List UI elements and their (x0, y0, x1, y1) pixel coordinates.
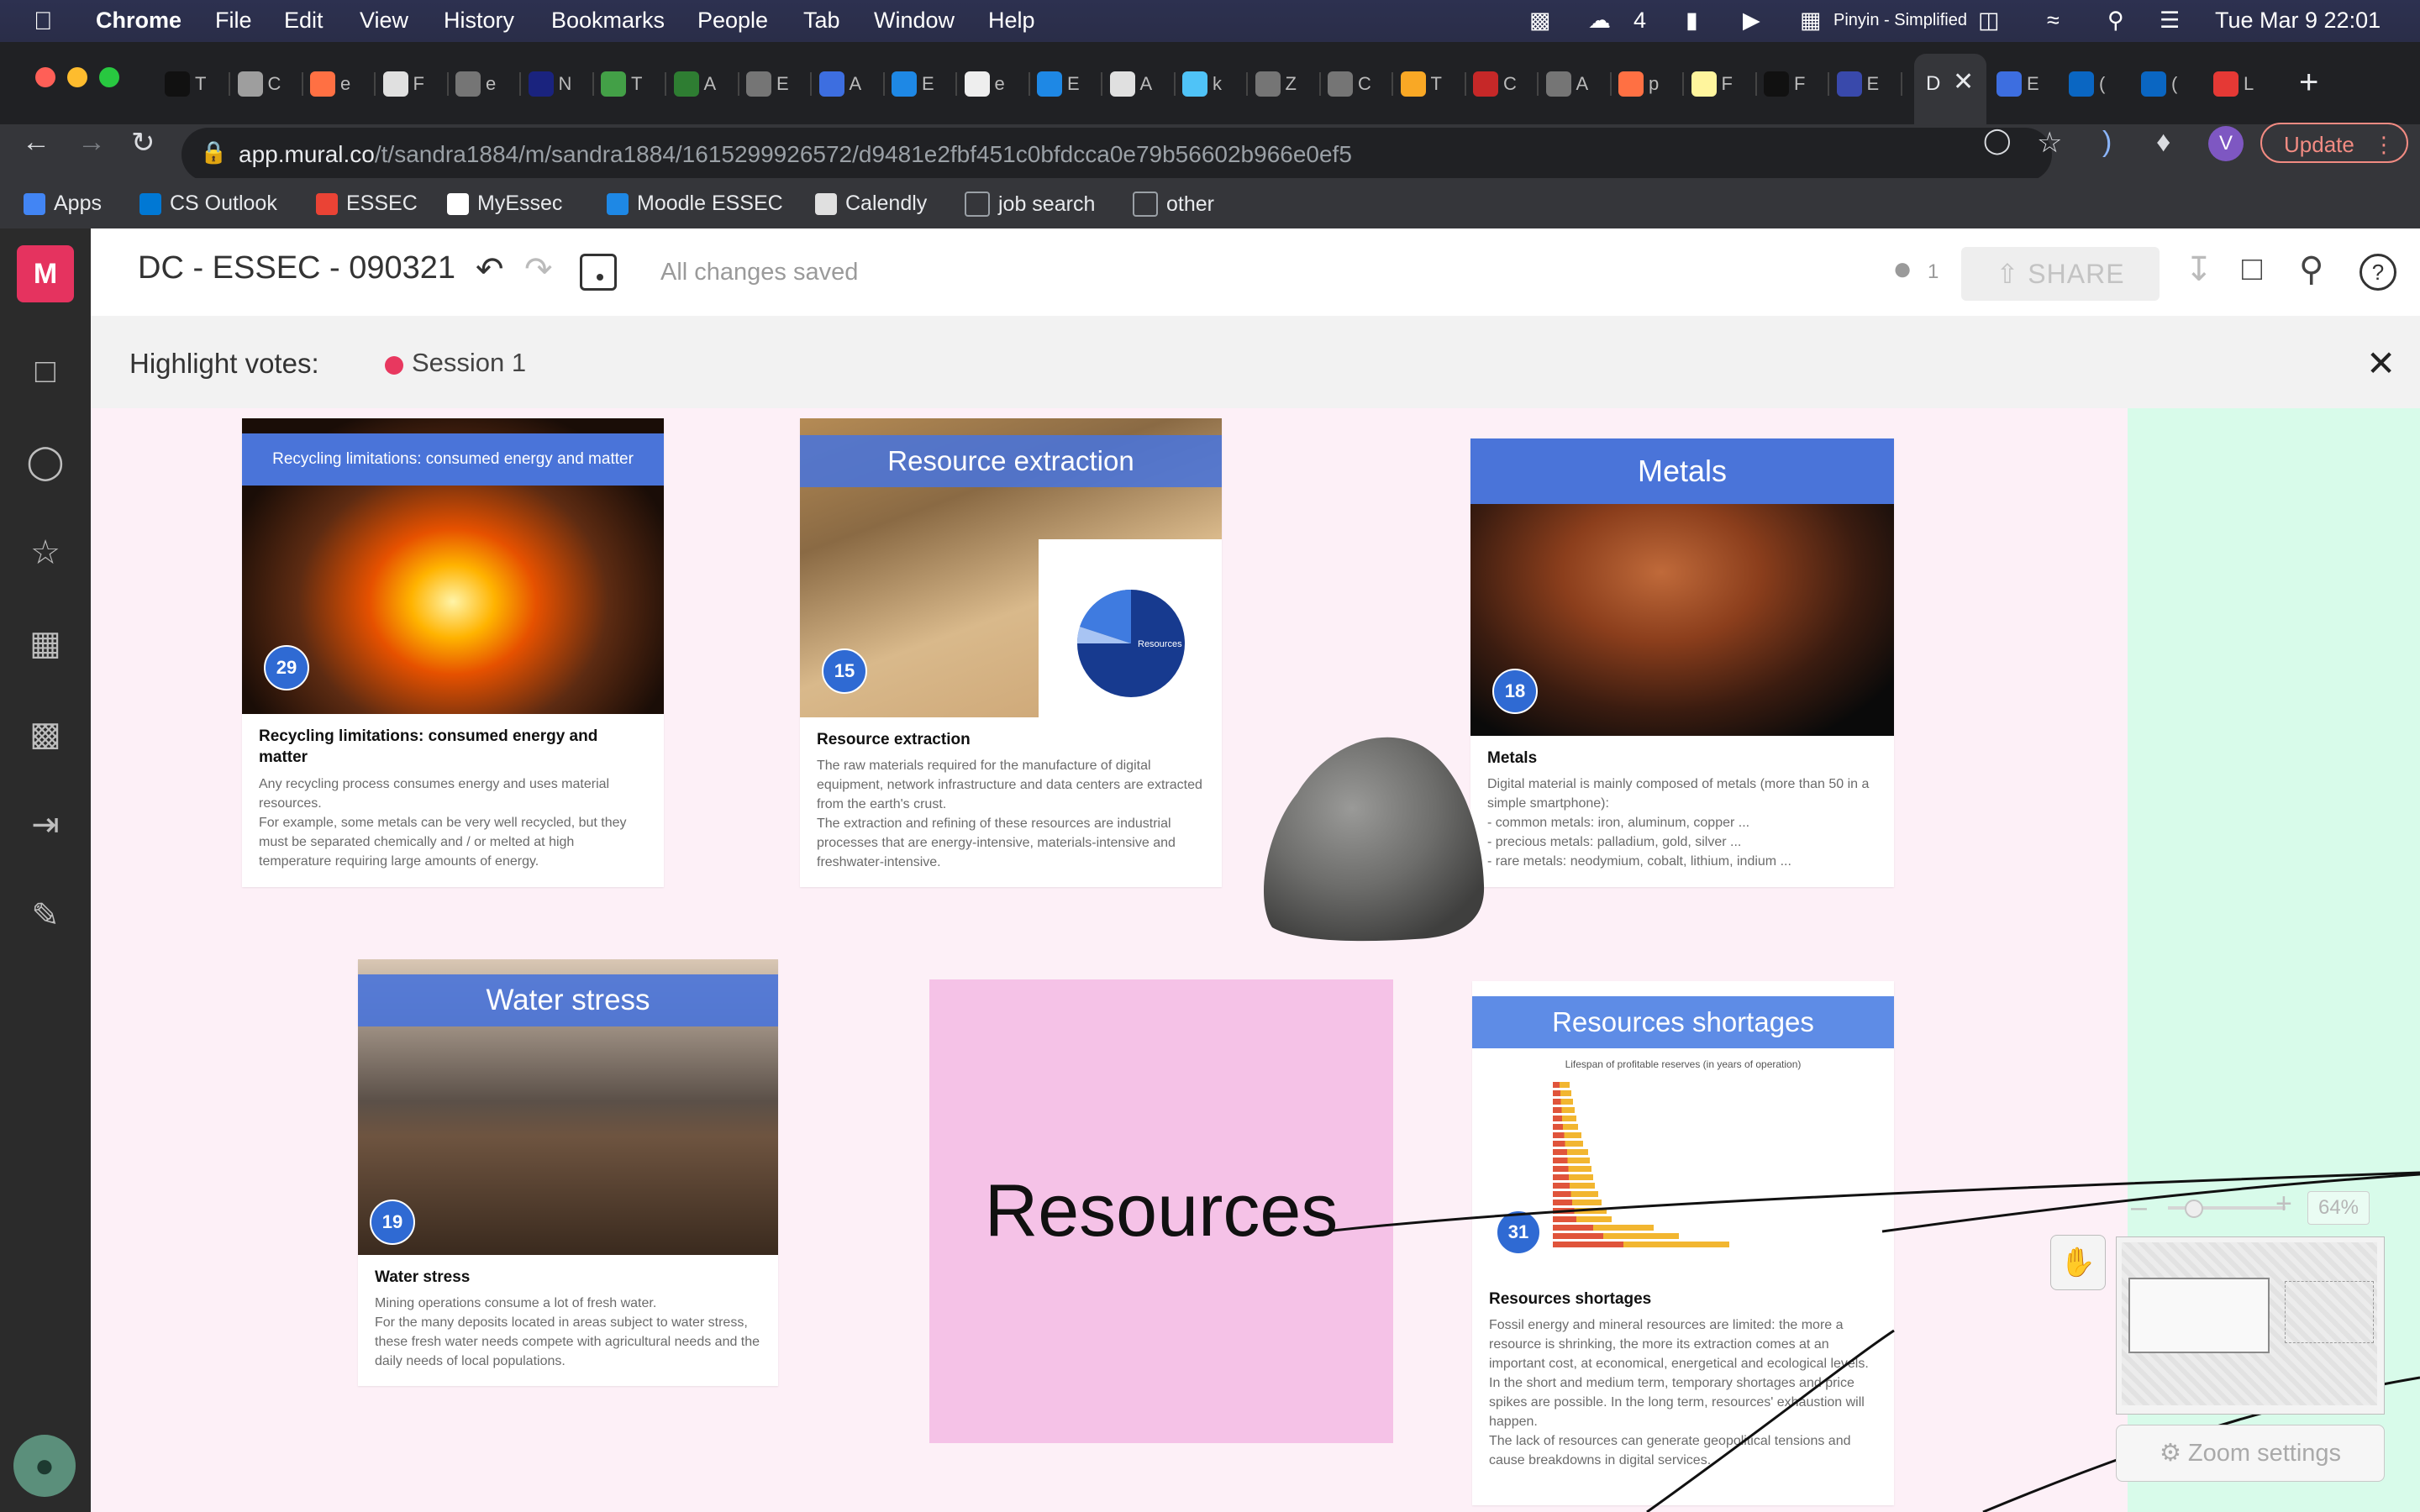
minimap-area (2285, 1281, 2374, 1343)
minimap[interactable] (2116, 1236, 2385, 1415)
zoom-out-icon[interactable]: – (2131, 1191, 2147, 1224)
zoom-slider-handle[interactable] (2185, 1200, 2203, 1218)
zoom-settings-button[interactable]: ⚙ Zoom settings (2116, 1425, 2385, 1482)
connector-line[interactable] (1310, 1171, 2420, 1235)
zoom-settings-label: Zoom settings (2187, 1440, 2342, 1467)
pan-hand-icon[interactable]: ✋ (2050, 1235, 2106, 1290)
gear-icon: ⚙ (2159, 1440, 2181, 1467)
zoom-percent[interactable]: 64% (2307, 1191, 2370, 1225)
zoom-in-icon[interactable]: + (2275, 1188, 2292, 1221)
minimap-viewport[interactable] (2128, 1278, 2270, 1353)
connector-line[interactable] (1646, 1329, 1895, 1512)
